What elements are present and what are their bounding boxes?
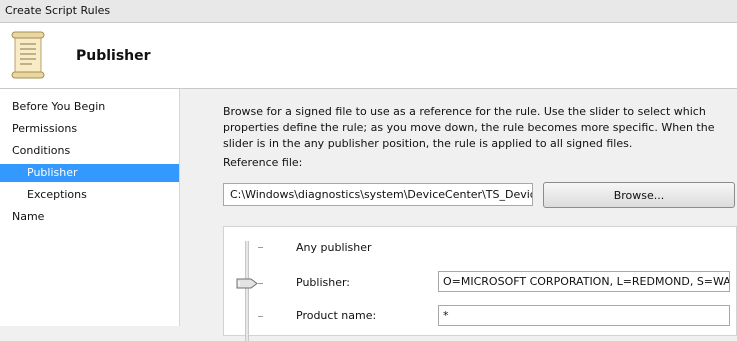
page-header: Publisher xyxy=(0,23,737,89)
slider-tick xyxy=(258,283,263,284)
sidebar-item-label: Name xyxy=(12,210,45,223)
sidebar-item-label: Conditions xyxy=(12,144,71,157)
level-label-product-name: Product name: xyxy=(296,309,377,322)
reference-file-input[interactable] xyxy=(223,183,533,206)
sidebar-item-label: Before You Begin xyxy=(12,100,106,113)
main-content: Browse for a signed file to use as a ref… xyxy=(180,89,737,341)
slider-track[interactable] xyxy=(245,241,249,341)
title-bar: Create Script Rules xyxy=(0,0,737,23)
slider-thumb[interactable] xyxy=(236,278,258,289)
sidebar-item-publisher[interactable]: Publisher xyxy=(0,164,179,182)
sidebar-item-before-you-begin[interactable]: Before You Begin xyxy=(0,98,179,116)
sidebar-item-label: Publisher xyxy=(27,166,78,179)
page-title: Publisher xyxy=(76,48,151,64)
slider-tick xyxy=(258,316,263,317)
sidebar-item-conditions[interactable]: Conditions xyxy=(0,142,179,160)
level-label-any-publisher: Any publisher xyxy=(296,241,372,254)
sidebar-item-permissions[interactable]: Permissions xyxy=(0,120,179,138)
scroll-icon xyxy=(11,31,45,79)
publisher-level-panel: Any publisher Publisher: Product name: xyxy=(223,226,737,341)
browse-button[interactable]: Browse... xyxy=(543,182,735,208)
slider-tick xyxy=(258,247,263,248)
level-label-publisher: Publisher: xyxy=(296,276,351,289)
sidebar-item-label: Permissions xyxy=(12,122,78,135)
window-title: Create Script Rules xyxy=(5,4,111,17)
publisher-value-field[interactable] xyxy=(438,271,730,292)
reference-file-label: Reference file: xyxy=(223,156,303,169)
sidebar-item-name[interactable]: Name xyxy=(0,208,179,226)
sidebar-item-label: Exceptions xyxy=(27,188,87,201)
sidebar-item-exceptions[interactable]: Exceptions xyxy=(0,186,179,204)
description-text: Browse for a signed file to use as a ref… xyxy=(223,105,715,150)
wizard-steps-sidebar: Before You Begin Permissions Conditions … xyxy=(0,89,180,326)
product-name-value-field[interactable] xyxy=(438,305,730,326)
